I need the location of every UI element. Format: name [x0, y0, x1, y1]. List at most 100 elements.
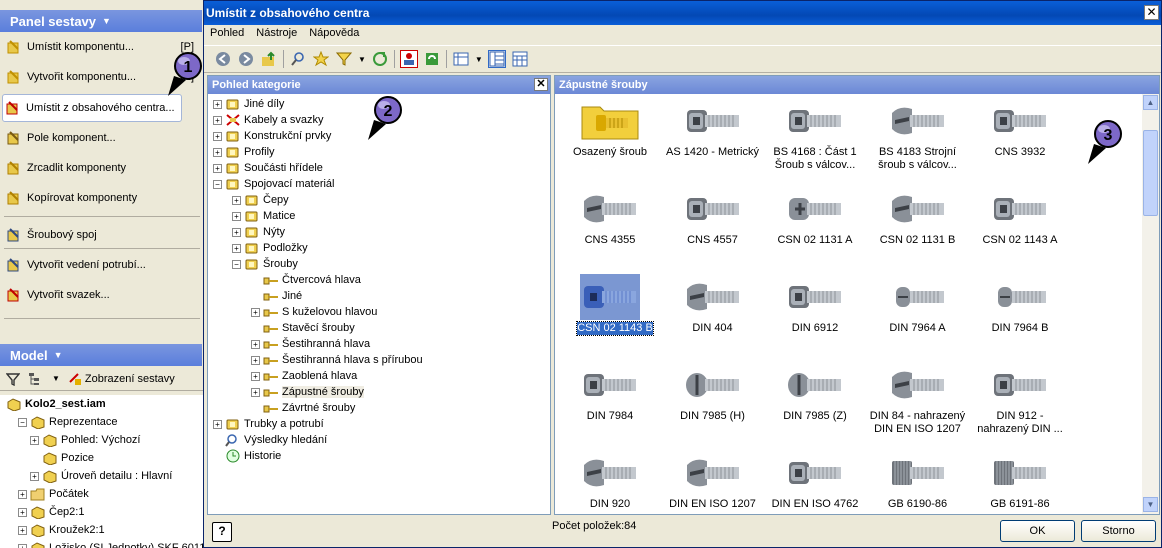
model-tree-item[interactable]: Kolo2_sest.iam — [0, 395, 204, 413]
expand-icon[interactable]: + — [18, 543, 27, 548]
model-tree-item[interactable]: Pozice — [0, 449, 204, 467]
menu-item[interactable]: Pohled — [210, 27, 244, 41]
forward-icon[interactable] — [237, 50, 255, 68]
collapse-icon[interactable]: − — [213, 179, 222, 189]
expand-icon[interactable]: + — [251, 339, 260, 349]
result-item[interactable]: CNS 4355 — [560, 182, 660, 262]
category-item[interactable]: + Šestihranná hlava — [251, 336, 370, 352]
result-item[interactable]: CSN 02 1131 B — [868, 182, 968, 262]
scroll-thumb[interactable] — [1143, 130, 1158, 216]
expand-icon[interactable]: + — [251, 307, 260, 317]
result-item[interactable]: DIN 912 - nahrazený DIN ... — [970, 358, 1070, 438]
expand-icon[interactable]: + — [18, 507, 27, 517]
favorites-star-icon[interactable] — [312, 50, 330, 68]
command-7[interactable]: Šroubový spoj — [4, 224, 200, 246]
ok-button[interactable]: OK — [1000, 520, 1075, 542]
result-item[interactable]: CSN 02 1143 B — [560, 270, 660, 350]
category-item[interactable]: + Součásti hřídele — [213, 160, 323, 176]
expand-icon[interactable]: + — [251, 371, 260, 381]
command-8[interactable]: Vytvořit vedení potrubí... — [4, 254, 200, 276]
command-6[interactable]: Kopírovat komponenty — [4, 187, 200, 209]
expand-icon[interactable]: + — [232, 195, 241, 205]
refresh-icon[interactable] — [371, 50, 389, 68]
category-item[interactable]: + Profily — [213, 144, 275, 160]
category-item[interactable]: + Trubky a potrubí — [213, 416, 324, 432]
expand-icon[interactable]: + — [213, 131, 222, 141]
result-item[interactable]: DIN 7964 B — [970, 270, 1070, 350]
category-item[interactable]: + Zápustné šrouby — [251, 384, 364, 400]
category-item[interactable]: Jiné — [251, 288, 302, 304]
result-item[interactable]: CNS 3932 — [970, 94, 1070, 174]
category-item[interactable]: Závrtné šrouby — [251, 400, 355, 416]
model-header[interactable]: Model ▼ — [0, 344, 202, 366]
expand-icon[interactable]: + — [213, 115, 222, 125]
tree-view-icon[interactable] — [28, 372, 44, 386]
category-item[interactable]: − Šrouby — [232, 256, 298, 272]
scroll-up-icon[interactable]: ▲ — [1143, 95, 1158, 110]
result-item[interactable]: DIN 7985 (Z) — [765, 358, 865, 438]
panel-header[interactable]: Panel sestavy ▼ — [0, 10, 202, 32]
result-item[interactable]: DIN 7964 A — [868, 270, 968, 350]
cancel-button[interactable]: Storno — [1081, 520, 1156, 542]
help-button[interactable]: ? — [212, 522, 232, 542]
result-item[interactable]: CNS 4557 — [663, 182, 763, 262]
result-item[interactable]: GB 6190-86 — [868, 446, 968, 514]
expand-icon[interactable]: + — [213, 419, 222, 429]
assembly-view-button[interactable]: Zobrazení sestavy — [68, 372, 175, 386]
expand-icon[interactable]: + — [251, 387, 260, 397]
command-4[interactable]: Pole komponent... — [4, 127, 200, 149]
category-item[interactable]: + Matice — [232, 208, 295, 224]
result-item[interactable]: CSN 02 1143 A — [970, 182, 1070, 262]
expand-icon[interactable]: + — [232, 227, 241, 237]
expand-icon[interactable]: + — [30, 471, 39, 481]
command-3[interactable]: Umístit z obsahového centra... — [2, 94, 182, 122]
expand-icon[interactable]: + — [213, 163, 222, 173]
category-item[interactable]: + Kabely a svazky — [213, 112, 323, 128]
category-item[interactable]: − Spojovací materiál — [213, 176, 335, 192]
search-icon[interactable] — [289, 50, 307, 68]
expand-icon[interactable]: + — [213, 99, 222, 109]
result-item[interactable]: DIN EN ISO 4762 — [765, 446, 865, 514]
dropdown-arrow-icon[interactable]: ▼ — [52, 374, 60, 383]
filter-icon[interactable] — [6, 372, 20, 386]
category-item[interactable]: Výsledky hledání — [213, 432, 327, 448]
expand-icon[interactable]: + — [251, 355, 260, 365]
expand-icon[interactable]: + — [18, 525, 27, 535]
collapse-icon[interactable]: − — [18, 417, 27, 427]
view-mode-icon[interactable] — [452, 50, 470, 68]
menu-item[interactable]: Nástroje — [256, 27, 297, 41]
dropdown-arrow-icon[interactable]: ▼ — [475, 55, 483, 64]
result-item[interactable]: DIN 84 - nahrazený DIN EN ISO 1207 — [868, 358, 968, 438]
collapse-icon[interactable]: − — [232, 259, 241, 269]
result-item[interactable]: BS 4183 Strojní šroub s válcov... — [868, 94, 968, 174]
model-tree-item[interactable]: + Úroveň detailu : Hlavní — [0, 467, 204, 485]
category-item[interactable]: Čtvercová hlava — [251, 272, 361, 288]
result-item[interactable]: AS 1420 - Metrický — [663, 94, 763, 174]
dropdown-arrow-icon[interactable]: ▼ — [358, 55, 366, 64]
category-item[interactable]: + S kuželovou hlavou — [251, 304, 377, 320]
update-icon[interactable] — [423, 50, 441, 68]
model-tree-item[interactable]: + Pohled: Výchozí — [0, 431, 204, 449]
result-item[interactable]: DIN 6912 — [765, 270, 865, 350]
model-tree-item[interactable]: + Ložisko (SI Jednotky) SKF 6011: — [0, 539, 204, 548]
category-item[interactable]: + Nýty — [232, 224, 285, 240]
menu-item[interactable]: Nápověda — [309, 27, 359, 41]
table-view-icon[interactable] — [511, 50, 529, 68]
category-item[interactable]: + Jiné díly — [213, 96, 284, 112]
tree-view-toggle-icon[interactable] — [487, 50, 506, 68]
expand-icon[interactable]: + — [232, 243, 241, 253]
expand-icon[interactable]: + — [213, 147, 222, 157]
filter-icon[interactable] — [335, 50, 353, 68]
expand-icon[interactable]: + — [18, 489, 27, 499]
result-item[interactable]: BS 4168 : Část 1 Šroub s válcov... — [765, 94, 865, 174]
tree-place-icon[interactable] — [399, 50, 418, 68]
result-item[interactable]: GB 6191-86 — [970, 446, 1070, 514]
category-item[interactable]: + Čepy — [232, 192, 289, 208]
result-item[interactable]: DIN EN ISO 1207 — [663, 446, 763, 514]
expand-icon[interactable]: + — [232, 211, 241, 221]
model-tree-item[interactable]: − Reprezentace — [0, 413, 204, 431]
model-tree-item[interactable]: + Kroužek2:1 — [0, 521, 204, 539]
up-folder-icon[interactable] — [260, 50, 278, 68]
command-5[interactable]: Zrcadlit komponenty — [4, 157, 200, 179]
close-pane-icon[interactable]: ✕ — [534, 78, 548, 91]
